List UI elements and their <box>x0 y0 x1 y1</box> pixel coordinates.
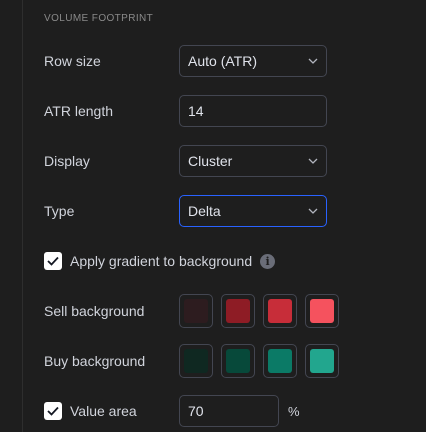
sell-swatch-color <box>268 299 292 323</box>
sell-swatch-color <box>184 299 208 323</box>
sell-swatch-2[interactable] <box>221 294 255 328</box>
atr-length-label: ATR length <box>44 103 113 119</box>
type-select[interactable]: Delta <box>179 195 327 227</box>
buy-swatch-color <box>184 349 208 373</box>
chevron-down-icon <box>308 156 318 166</box>
buy-swatch-2[interactable] <box>221 344 255 378</box>
gradient-checkbox[interactable] <box>44 252 62 270</box>
sell-swatch-color <box>226 299 250 323</box>
value-area-input[interactable]: 70 <box>179 395 279 427</box>
buy-background-label: Buy background <box>44 353 146 369</box>
atr-length-value: 14 <box>188 103 204 119</box>
buy-swatch-4[interactable] <box>305 344 339 378</box>
sell-swatch-3[interactable] <box>263 294 297 328</box>
row-size-select[interactable]: Auto (ATR) <box>179 45 327 77</box>
value-area-row: Value area 70 % <box>44 394 424 428</box>
atr-length-input[interactable]: 14 <box>179 95 327 127</box>
percent-unit: % <box>288 403 300 419</box>
buy-background-swatches <box>179 344 339 378</box>
sell-background-swatches <box>179 294 339 328</box>
row-size-row: Row size Auto (ATR) <box>44 44 424 78</box>
type-row: Type Delta <box>44 194 424 228</box>
buy-swatch-3[interactable] <box>263 344 297 378</box>
chevron-down-icon <box>308 206 318 216</box>
display-value: Cluster <box>188 153 233 169</box>
sell-swatch-color <box>310 299 334 323</box>
buy-swatch-color <box>268 349 292 373</box>
atr-length-row: ATR length 14 <box>44 94 424 128</box>
info-icon[interactable]: i <box>260 253 276 269</box>
checkmark-icon <box>47 406 59 416</box>
display-row: Display Cluster <box>44 144 424 178</box>
checkmark-icon <box>47 256 59 266</box>
row-size-value: Auto (ATR) <box>188 53 257 69</box>
type-value: Delta <box>188 203 221 219</box>
panel-divider <box>22 0 23 432</box>
type-label: Type <box>44 203 75 219</box>
chevron-down-icon <box>308 56 318 66</box>
value-area-label: Value area <box>70 403 137 419</box>
value-area-checkbox[interactable] <box>44 402 62 420</box>
value-area-value: 70 <box>188 403 204 419</box>
buy-swatch-1[interactable] <box>179 344 213 378</box>
sell-swatch-1[interactable] <box>179 294 213 328</box>
buy-swatch-color <box>226 349 250 373</box>
sell-background-label: Sell background <box>44 303 145 319</box>
display-label: Display <box>44 153 90 169</box>
display-select[interactable]: Cluster <box>179 145 327 177</box>
row-size-label: Row size <box>44 53 101 69</box>
gradient-row: Apply gradient to background i <box>44 244 424 278</box>
gradient-label: Apply gradient to background <box>70 253 253 269</box>
sell-swatch-4[interactable] <box>305 294 339 328</box>
buy-background-row: Buy background <box>44 344 424 378</box>
section-title: VOLUME FOOTPRINT <box>44 13 154 24</box>
buy-swatch-color <box>310 349 334 373</box>
sell-background-row: Sell background <box>44 294 424 328</box>
